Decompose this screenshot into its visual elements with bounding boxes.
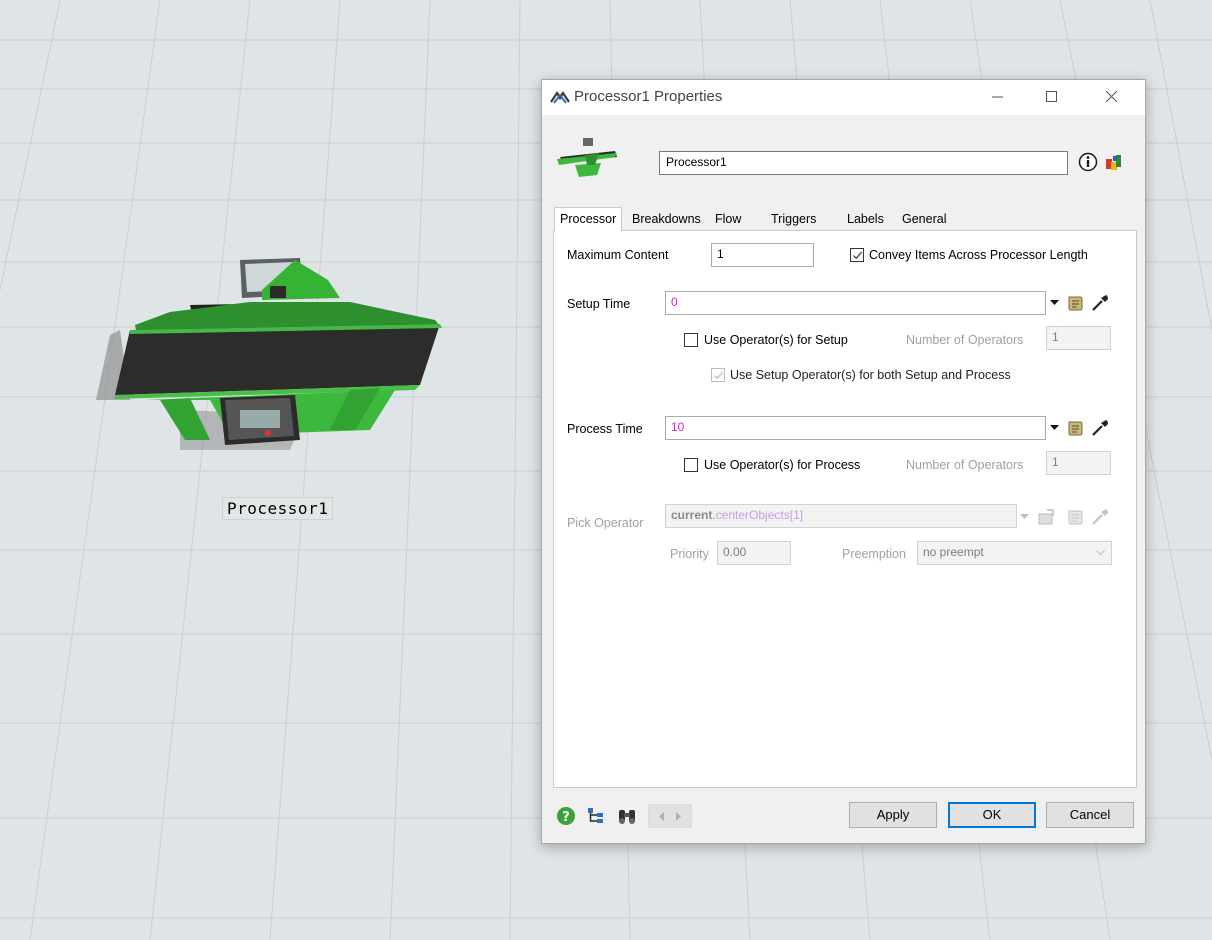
tab-processor[interactable]: Processor (554, 207, 623, 231)
tab-general[interactable]: General (897, 209, 951, 230)
use-setup-both-label: Use Setup Operator(s) for both Setup and… (730, 368, 1011, 382)
num-operators-process-label: Number of Operators (906, 458, 1024, 472)
pick-operator-label: Pick Operator (567, 516, 644, 530)
max-content-label: Maximum Content (567, 248, 669, 262)
convey-items-checkbox[interactable] (850, 248, 864, 262)
close-button[interactable] (1089, 80, 1135, 114)
num-operators-setup-label: Number of Operators (906, 333, 1024, 347)
setup-time-field[interactable]: 0 (665, 291, 1046, 315)
tree-icon[interactable] (586, 806, 606, 826)
code-scroll-icon[interactable] (1066, 294, 1084, 312)
code-index: [1] (789, 508, 804, 522)
colors-icon[interactable] (1103, 151, 1125, 173)
dropdown-arrow-icon[interactable] (1050, 300, 1059, 306)
preemption-select[interactable]: no preempt (917, 541, 1112, 565)
code-scroll-icon[interactable] (1066, 508, 1084, 526)
code-member: centerObjects (715, 508, 790, 522)
chevron-down-icon (1096, 550, 1105, 556)
setup-time-label: Setup Time (567, 297, 631, 311)
processor-3d-model[interactable] (90, 250, 450, 460)
flexsim-logo-icon (550, 90, 570, 104)
convey-items-label: Convey Items Across Processor Length (869, 248, 1088, 262)
object-name-label: Processor1 (222, 497, 334, 520)
eyedropper-icon[interactable] (1091, 419, 1109, 437)
use-setup-both-checkbox[interactable] (711, 368, 725, 382)
process-time-label: Process Time (567, 422, 643, 436)
use-operator-setup-label: Use Operator(s) for Setup (704, 333, 848, 347)
maximize-button[interactable] (1029, 80, 1075, 114)
code-scroll-icon[interactable] (1066, 419, 1084, 437)
max-content-field[interactable]: 1 (711, 243, 814, 267)
tab-flow[interactable]: Flow (710, 209, 746, 230)
processor-tab-page: Maximum Content 1 Convey Items Across Pr… (553, 230, 1137, 788)
priority-field[interactable]: 0.00 (717, 541, 791, 565)
eyedropper-icon[interactable] (1091, 294, 1109, 312)
history-nav (648, 804, 692, 828)
process-time-field[interactable]: 10 (665, 416, 1046, 440)
object-name-field[interactable]: Processor1 (659, 151, 1068, 175)
pick-operator-field[interactable]: current.centerObjects[1] (665, 504, 1017, 528)
help-icon[interactable]: ? (556, 806, 576, 826)
ok-button[interactable]: OK (948, 802, 1036, 828)
dialog-header: Processor1 (542, 115, 1145, 195)
use-operator-process-label: Use Operator(s) for Process (704, 458, 861, 472)
priority-label: Priority (670, 547, 709, 561)
tab-triggers[interactable]: Triggers (766, 209, 821, 230)
info-icon[interactable] (1078, 152, 1098, 172)
eyedropper-icon[interactable] (1091, 508, 1109, 526)
binoculars-icon[interactable] (616, 806, 638, 826)
minimize-icon (992, 96, 1003, 98)
preemption-value: no preempt (923, 545, 984, 559)
dialog-title: Processor1 Properties (574, 88, 723, 105)
prev-arrow-icon[interactable] (659, 812, 665, 821)
preemption-label: Preemption (842, 547, 906, 561)
dropdown-arrow-icon[interactable] (1050, 425, 1059, 431)
apply-button[interactable]: Apply (849, 802, 937, 828)
use-operator-setup-checkbox[interactable] (684, 333, 698, 347)
title-bar[interactable]: Processor1 Properties (542, 80, 1145, 115)
properties-dialog: Processor1 Properties Processor1 Process… (541, 79, 1146, 844)
use-operator-process-checkbox[interactable] (684, 458, 698, 472)
tab-breakdowns[interactable]: Breakdowns (627, 209, 706, 230)
tab-labels[interactable]: Labels (842, 209, 889, 230)
close-icon (1106, 91, 1118, 103)
cancel-button[interactable]: Cancel (1046, 802, 1134, 828)
num-operators-setup-field[interactable]: 1 (1046, 326, 1111, 350)
maximize-icon (1046, 91, 1057, 102)
code-keyword: current (671, 508, 713, 522)
num-operators-process-field[interactable]: 1 (1046, 451, 1111, 475)
template-icon[interactable] (1037, 508, 1055, 526)
svg-text:?: ? (562, 810, 570, 825)
next-arrow-icon[interactable] (675, 812, 681, 821)
minimize-button[interactable] (975, 80, 1021, 114)
check-icon (853, 251, 863, 260)
check-icon (714, 371, 724, 380)
processor-thumbnail (557, 138, 617, 177)
dialog-button-bar: ? Apply OK Cancel (542, 798, 1145, 843)
dropdown-arrow-icon[interactable] (1020, 514, 1029, 520)
